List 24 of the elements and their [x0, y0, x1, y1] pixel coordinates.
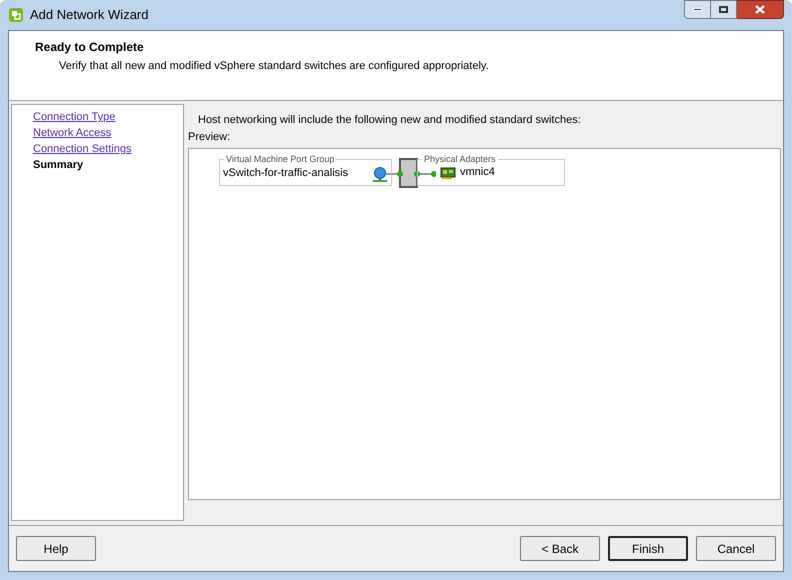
- wizard-step[interactable]: Connection Type: [33, 109, 183, 125]
- minimize-button[interactable]: [684, 0, 711, 19]
- close-icon: [755, 5, 765, 14]
- window-title: Add Network Wizard: [30, 6, 148, 24]
- help-button[interactable]: Help: [16, 536, 96, 561]
- intro-text: Host networking will include the following new and modified standard switches:: [197, 113, 582, 128]
- group-legend: Virtual Machine Port Group: [224, 154, 336, 164]
- port-group-name: vSwitch-for-traffic-analisis: [223, 166, 348, 182]
- wizard-step[interactable]: Connection Settings: [33, 141, 183, 157]
- adapter-name: vmnic4: [460, 165, 495, 180]
- page-title: Ready to Complete: [35, 39, 145, 56]
- page-subtitle: Verify that all new and modified vSphere standard switches are configured appropriately.: [58, 59, 490, 74]
- dialog-button[interactable]: < Back: [520, 536, 600, 561]
- wizard-step[interactable]: Network Access: [33, 125, 183, 141]
- wizard-step[interactable]: Summary: [33, 157, 183, 173]
- maximize-button[interactable]: [711, 0, 737, 19]
- network-globe-icon: [372, 166, 388, 182]
- preview-label: Preview:: [188, 130, 232, 144]
- group-legend: Physical Adapters: [422, 154, 498, 164]
- dialog-button[interactable]: Finish: [608, 536, 688, 561]
- dialog-button[interactable]: Cancel: [696, 536, 776, 561]
- app-logo-icon: [8, 7, 24, 23]
- network-card-icon: [440, 166, 456, 178]
- close-button[interactable]: [737, 0, 784, 19]
